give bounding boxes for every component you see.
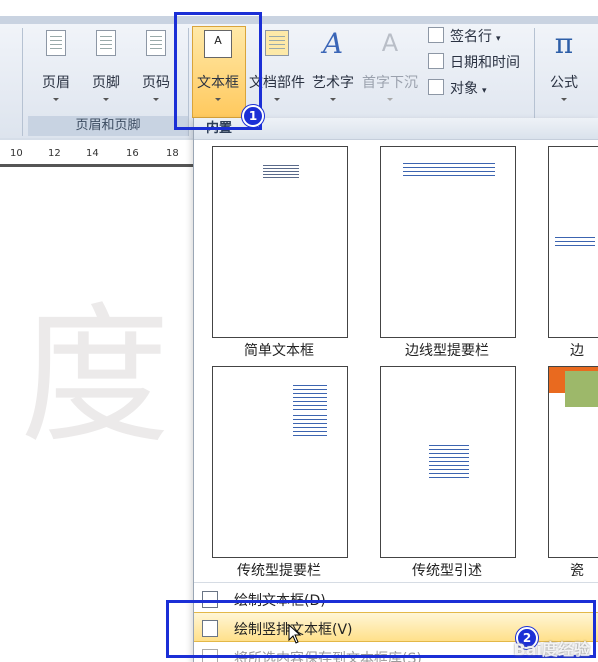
gallery-caption: 边线型提要栏 — [405, 343, 489, 359]
gallery-caption: 边 — [570, 343, 584, 359]
object-icon — [428, 79, 444, 95]
page-header-icon — [46, 30, 66, 56]
equation-pi-icon: π — [554, 27, 574, 60]
page-number-button[interactable]: 页码 — [136, 30, 176, 110]
site-watermark-logo: Bai度经验 — [513, 640, 590, 659]
gallery-item-traditional-sidebar[interactable] — [212, 366, 348, 558]
wordart-button[interactable]: A 艺术字 — [308, 30, 358, 110]
chevron-down-icon — [561, 98, 567, 101]
horizontal-ruler[interactable]: 10 12 14 16 18 — [0, 146, 193, 167]
chevron-down-icon — [103, 98, 109, 101]
gallery-caption: 简单文本框 — [244, 343, 314, 359]
gallery-caption: 瓷 — [570, 563, 584, 579]
footer-button[interactable]: 页脚 — [86, 30, 126, 110]
object-button[interactable]: 对象 ▾ — [428, 78, 487, 100]
signature-line-icon — [428, 27, 444, 43]
page-watermark-text: 度 — [20, 290, 171, 464]
chevron-down-icon — [53, 98, 59, 101]
date-time-icon — [428, 53, 444, 69]
chevron-down-icon: ▾ — [496, 34, 501, 44]
textbox-gallery-dropdown: 内置 简单文本框 边线型提要栏 边 传统型提要栏 传统型引述 瓷 绘制文本框(D… — [193, 118, 598, 662]
quick-parts-icon — [265, 30, 289, 56]
gallery-item-sideline-sidebar[interactable] — [380, 146, 516, 338]
word-window: 页眉 页脚 页码 页眉和页脚 A 文本框 文档部件 A 艺术字 A 首字下沉 签… — [0, 0, 598, 662]
drop-cap-button[interactable]: A 首字下沉 — [358, 30, 422, 110]
gallery-item-simple-textbox[interactable] — [212, 146, 348, 338]
chevron-down-icon — [153, 98, 159, 101]
signature-line-button[interactable]: 签名行 ▾ — [428, 26, 501, 48]
gallery-item-traditional-quote[interactable] — [380, 366, 516, 558]
page-number-icon — [146, 30, 166, 56]
date-time-button[interactable]: 日期和时间 — [428, 52, 520, 74]
chevron-down-icon — [387, 98, 393, 101]
chevron-down-icon — [330, 98, 336, 101]
page-footer-icon — [96, 30, 116, 56]
gallery-caption: 传统型引述 — [412, 563, 482, 579]
chevron-down-icon: ▾ — [482, 86, 487, 96]
chevron-down-icon — [274, 98, 280, 101]
gallery-item-tile[interactable] — [548, 366, 598, 558]
gallery-item-side[interactable] — [548, 146, 598, 338]
equation-button[interactable]: π 公式 — [542, 30, 586, 110]
drop-cap-icon: A — [381, 29, 399, 57]
wordart-icon: A — [322, 27, 344, 60]
annotation-badge-1: 1 — [242, 105, 264, 127]
group-label-header-footer: 页眉和页脚 — [28, 116, 188, 136]
header-button[interactable]: 页眉 — [36, 30, 76, 110]
gallery-caption: 传统型提要栏 — [237, 563, 321, 579]
